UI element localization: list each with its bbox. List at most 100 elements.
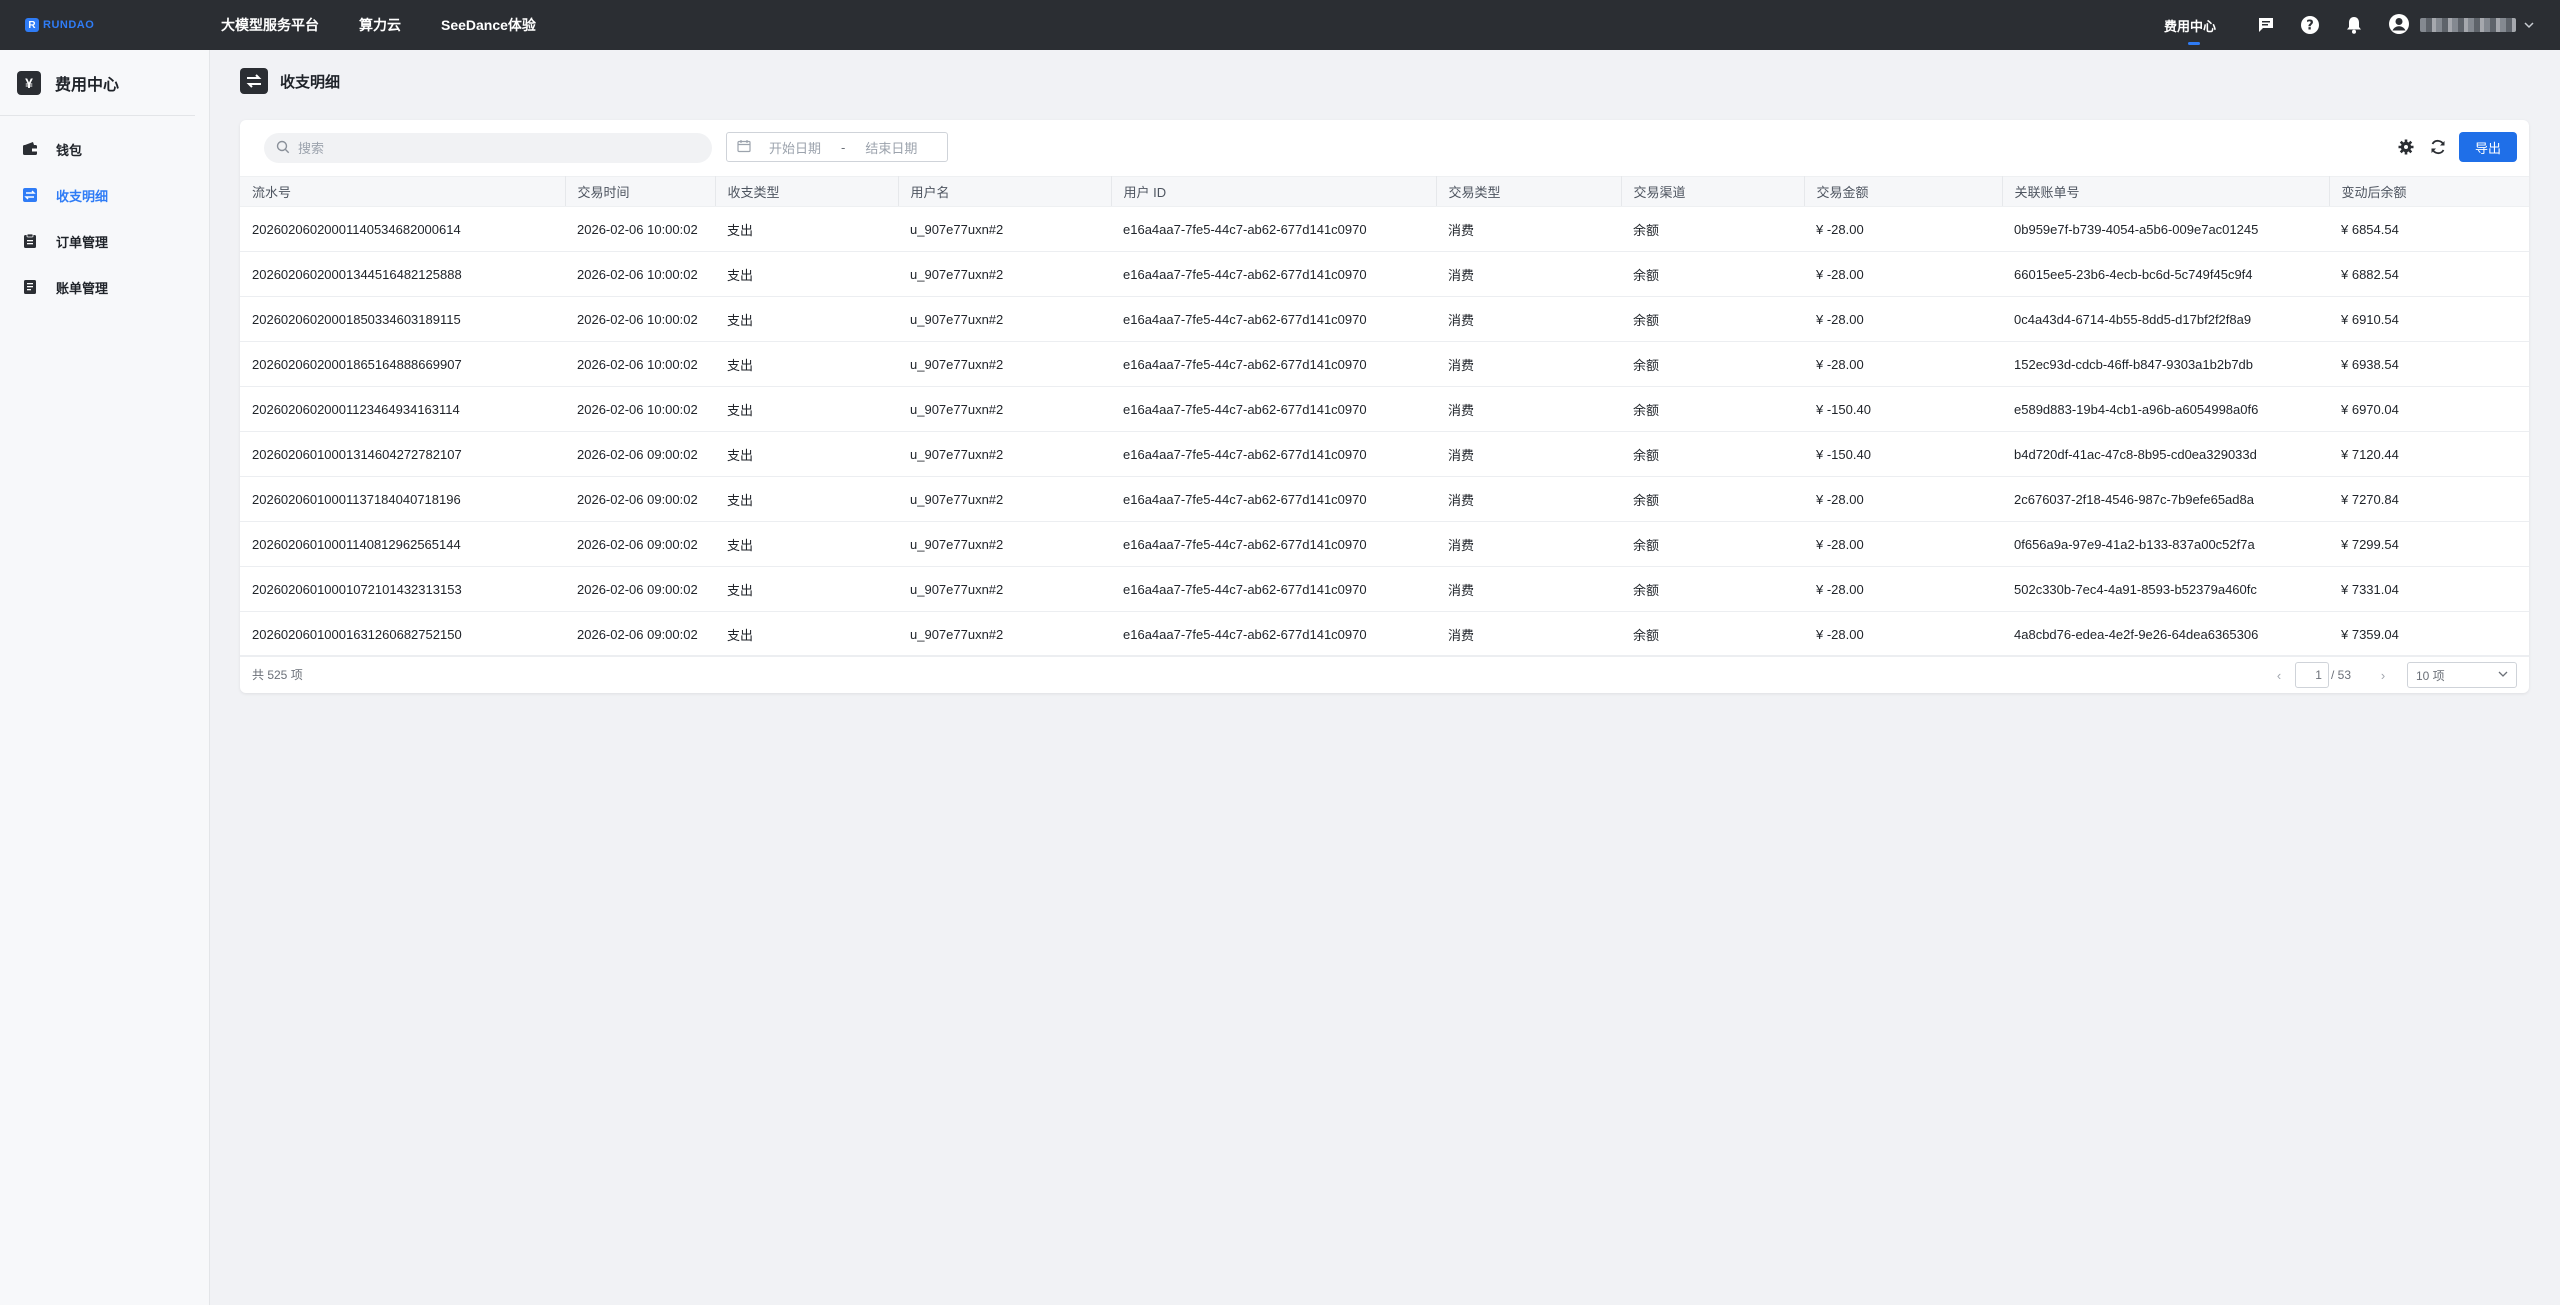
table-row[interactable]: 20260206010001631260682752150 2026-02-06 … [240,612,2529,657]
prev-page-icon[interactable]: ‹ [2271,667,2287,683]
cell-io-type: 支出 [727,402,754,418]
cell-trade-type: 消费 [1448,582,1475,598]
cell-username: u_907e77uxn#2 [910,356,1004,372]
search-box[interactable] [264,133,712,163]
search-input[interactable] [298,140,678,156]
cell-related-bill: 152ec93d-cdcb-46ff-b847-9303a1b2b7db [2014,356,2254,372]
cell-io-type: 支出 [727,582,754,598]
logo-mark-icon: R [25,18,39,32]
cell-trade-time: 2026-02-06 10:00:02 [577,311,698,327]
cell-trade-type: 消费 [1448,312,1475,328]
sidebar-item-orders[interactable]: 订单管理 [0,218,209,264]
cell-balance-after: ¥ 6910.54 [2341,311,2399,327]
cell-trade-channel: 余额 [1633,357,1660,373]
page-size-value: 10 项 [2416,668,2445,683]
cell-trade-time: 2026-02-06 09:00:02 [577,581,698,597]
cell-amount: ¥ -28.00 [1816,626,1864,642]
logo-text: RUNDAO [43,19,95,31]
export-button[interactable]: 导出 [2459,132,2517,162]
cell-username: u_907e77uxn#2 [910,581,1004,597]
brand-logo[interactable]: R RUNDAO [25,18,195,32]
sidebar-header: ¥ 费用中心 [0,50,195,116]
cell-serial-no: 20260206010001137184040718196 [252,491,461,507]
cell-user-id: e16a4aa7-7fe5-44c7-ab62-677d141c0970 [1123,311,1367,327]
sidebar-item-bills[interactable]: 账单管理 [0,264,209,310]
refresh-icon[interactable] [2427,136,2449,158]
avatar-icon [2388,13,2410,38]
toolbar-actions: 导出 [2395,132,2517,162]
start-date-field[interactable]: 开始日期 [769,138,821,157]
next-page-icon[interactable]: › [2375,667,2391,683]
table-row[interactable]: 20260206020001123464934163114 2026-02-06 … [240,387,2529,432]
cell-trade-time: 2026-02-06 10:00:02 [577,221,698,237]
cell-related-bill: 0c4a43d4-6714-4b55-8dd5-d17bf2f2f8a9 [2014,311,2252,327]
cell-trade-type: 消费 [1448,267,1475,283]
message-icon[interactable] [2256,15,2276,35]
column-header-user-id: 用户 ID [1111,176,1437,207]
cell-trade-channel: 余额 [1633,447,1660,463]
nav-seedance[interactable]: SeeDance体验 [441,15,536,35]
column-header-trade-type: 交易类型 [1436,176,1622,207]
cell-balance-after: ¥ 7331.04 [2341,581,2399,597]
cell-related-bill: 502c330b-7ec4-4a91-8593-b52379a460fc [2014,581,2257,597]
top-navigation-bar: R RUNDAO 大模型服务平台 算力云 SeeDance体验 费用中心 ? [0,0,2560,50]
table-row[interactable]: 20260206010001140812962565144 2026-02-06 … [240,522,2529,567]
chevron-down-icon [2524,17,2534,33]
cell-username: u_907e77uxn#2 [910,221,1004,237]
sidebar-menu: 钱包 收支明细 订单管理 账单管理 [0,126,209,310]
cell-trade-time: 2026-02-06 10:00:02 [577,266,698,282]
cell-trade-channel: 余额 [1633,402,1660,418]
page-size-select[interactable]: 10 项 [2407,662,2517,688]
date-range-picker[interactable]: 开始日期 - 结束日期 [726,132,948,162]
column-header-trade-time: 交易时间 [565,176,716,207]
page-number-input[interactable] [2294,662,2329,688]
cell-trade-channel: 余额 [1633,222,1660,238]
cell-amount: ¥ -28.00 [1816,581,1864,597]
cell-serial-no: 20260206020001850334603189115 [252,311,461,327]
cell-user-id: e16a4aa7-7fe5-44c7-ab62-677d141c0970 [1123,221,1367,237]
cell-amount: ¥ -28.00 [1816,311,1864,327]
nav-compute-cloud[interactable]: 算力云 [359,15,401,35]
cell-trade-channel: 余额 [1633,537,1660,553]
cell-trade-time: 2026-02-06 10:00:02 [577,356,698,372]
table-row[interactable]: 20260206020001140534682000614 2026-02-06 … [240,207,2529,252]
end-date-field[interactable]: 结束日期 [865,138,917,157]
cell-trade-type: 消费 [1448,402,1475,418]
notification-bell-icon[interactable] [2344,15,2364,35]
cell-user-id: e16a4aa7-7fe5-44c7-ab62-677d141c0970 [1123,581,1367,597]
table-row[interactable]: 20260206020001344516482125888 2026-02-06 … [240,252,2529,297]
table-row[interactable]: 20260206020001850334603189115 2026-02-06 … [240,297,2529,342]
nav-llm-platform[interactable]: 大模型服务平台 [221,15,319,35]
cell-serial-no: 20260206020001865164888669907 [252,356,462,372]
cell-user-id: e16a4aa7-7fe5-44c7-ab62-677d141c0970 [1123,266,1367,282]
transactions-card: 开始日期 - 结束日期 导出 流水号交易时间收支类型用户名用户 ID交易类型交易… [240,120,2529,693]
column-header-username: 用户名 [898,176,1112,207]
cell-balance-after: ¥ 7359.04 [2341,626,2399,642]
help-icon[interactable]: ? [2300,15,2320,35]
cell-serial-no: 20260206010001072101432313153 [252,581,462,597]
table-row[interactable]: 20260206010001072101432313153 2026-02-06 … [240,567,2529,612]
table-header-row: 流水号 交易时间 收支类型 用户名 用户 ID 交易类型 交易渠道 交易金额 关联账单号 变动后余… [240,176,2529,207]
table-row[interactable]: 20260206020001865164888669907 2026-02-06 … [240,342,2529,387]
cell-io-type: 支出 [727,447,754,463]
cell-serial-no: 20260206010001314604272782107 [252,446,462,462]
settings-gear-icon[interactable] [2395,136,2417,158]
cell-io-type: 支出 [727,492,754,508]
receipt-icon [22,279,38,295]
user-menu[interactable] [2388,13,2534,38]
cell-trade-channel: 余额 [1633,312,1660,328]
cell-serial-no: 20260206020001123464934163114 [252,401,460,417]
table-row[interactable]: 20260206010001137184040718196 2026-02-06 … [240,477,2529,522]
cell-related-bill: 4a8cbd76-edea-4e2f-9e26-64dea6365306 [2014,626,2259,642]
sidebar-item-transactions[interactable]: 收支明细 [0,172,209,218]
cell-balance-after: ¥ 6938.54 [2341,356,2399,372]
wallet-icon [22,141,38,157]
sidebar-item-wallet[interactable]: 钱包 [0,126,209,172]
transactions-icon [22,187,38,203]
cell-username: u_907e77uxn#2 [910,266,1004,282]
nav-billing-center[interactable]: 费用中心 [2164,16,2216,45]
cell-amount: ¥ -28.00 [1816,221,1864,237]
cell-trade-channel: 余额 [1633,267,1660,283]
table-row[interactable]: 20260206010001314604272782107 2026-02-06 … [240,432,2529,477]
date-separator: - [841,139,846,155]
